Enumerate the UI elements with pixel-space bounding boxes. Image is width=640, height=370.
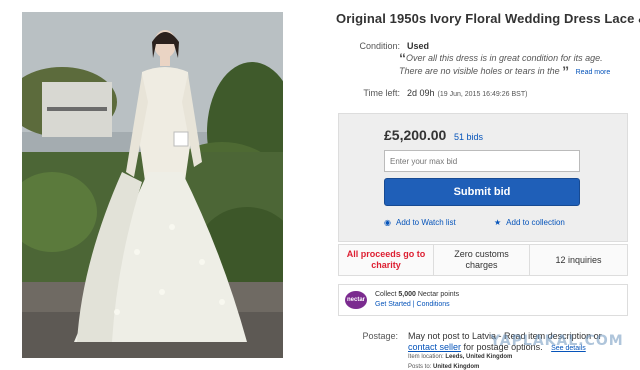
inquiries-count: 12 inquiries bbox=[555, 254, 602, 265]
time-left-label: Time left: bbox=[363, 88, 400, 98]
wedding-dress-image bbox=[22, 12, 283, 358]
condition-quote-line2: There are no visible holes or tears in t… bbox=[399, 66, 560, 76]
open-quote-icon: “ bbox=[399, 50, 406, 66]
item-photo[interactable] bbox=[22, 12, 283, 358]
customs-line1: Zero customs bbox=[454, 249, 509, 259]
watchlist-label: Add to Watch list bbox=[395, 218, 456, 227]
nectar-collect-suffix: Nectar points bbox=[417, 291, 460, 298]
close-quote-icon: ” bbox=[562, 63, 570, 79]
bid-count-link[interactable]: 51 bids bbox=[454, 132, 483, 142]
charity-line1: All proceeds go to bbox=[346, 249, 426, 259]
nectar-separator: | bbox=[412, 301, 415, 308]
nectar-collect-prefix: Collect bbox=[375, 291, 397, 298]
star-icon: ★ bbox=[494, 218, 502, 227]
nectar-links: Get Started | Conditions bbox=[375, 301, 450, 308]
posts-to: Posts to: United Kingdom bbox=[408, 364, 479, 370]
item-location: Item location: Leeds, United Kingdom bbox=[408, 354, 512, 360]
charity-line2: charity bbox=[371, 260, 401, 270]
info-strip: All proceeds go to charity Zero customs ch… bbox=[338, 244, 628, 276]
conditions-link[interactable]: Conditions bbox=[417, 301, 450, 308]
time-left: 2d 09h (19 Jun, 2015 16:49:26 BST) bbox=[407, 88, 527, 98]
charity-badge[interactable]: All proceeds go to charity bbox=[339, 245, 434, 275]
watermark: YAPLAKAL.COM bbox=[490, 333, 624, 349]
condition-quote-line1: Over all this dress is in great conditio… bbox=[406, 53, 603, 63]
condition-description: “Over all this dress is in great conditi… bbox=[399, 50, 640, 79]
customs-info: Zero customs charges bbox=[434, 245, 530, 275]
customs-line2: charges bbox=[465, 260, 498, 270]
add-to-watchlist-link[interactable]: ◉ Add to Watch list bbox=[384, 218, 456, 227]
condition-label: Condition: bbox=[359, 41, 400, 51]
contact-seller-link[interactable]: contact seller bbox=[408, 342, 461, 352]
read-more-link[interactable]: Read more bbox=[576, 69, 611, 76]
nectar-logo: nectar bbox=[345, 291, 367, 309]
nectar-panel: nectar Collect 5,000 Nectar points Get S… bbox=[338, 284, 628, 316]
current-price: £5,200.00 bbox=[384, 127, 447, 143]
eye-icon: ◉ bbox=[384, 218, 391, 227]
listing-title: Original 1950s Ivory Floral Wedding Dres… bbox=[336, 11, 640, 26]
collection-label: Add to collection bbox=[506, 218, 565, 227]
add-to-collection-link[interactable]: ★ Add to collection bbox=[494, 218, 565, 227]
max-bid-input[interactable] bbox=[384, 150, 580, 172]
item-location-value: Leeds, United Kingdom bbox=[445, 354, 513, 360]
time-left-value: 2d 09h bbox=[407, 88, 435, 98]
submit-bid-button[interactable]: Submit bid bbox=[384, 178, 580, 206]
end-date: (19 Jun, 2015 16:49:26 BST) bbox=[437, 91, 528, 98]
condition-value: Used bbox=[407, 41, 430, 51]
item-location-label: Item location: bbox=[408, 354, 444, 360]
posts-to-value: United Kingdom bbox=[433, 364, 480, 370]
postage-label: Postage: bbox=[362, 331, 398, 341]
nectar-collect-text: Collect 5,000 Nectar points bbox=[375, 291, 459, 298]
bid-panel: £5,200.00 51 bids Submit bid ◉ Add to Wat… bbox=[338, 113, 628, 242]
nectar-points: 5,000 bbox=[398, 291, 416, 298]
get-started-link[interactable]: Get Started bbox=[375, 301, 411, 308]
posts-to-label: Posts to: bbox=[408, 364, 432, 370]
